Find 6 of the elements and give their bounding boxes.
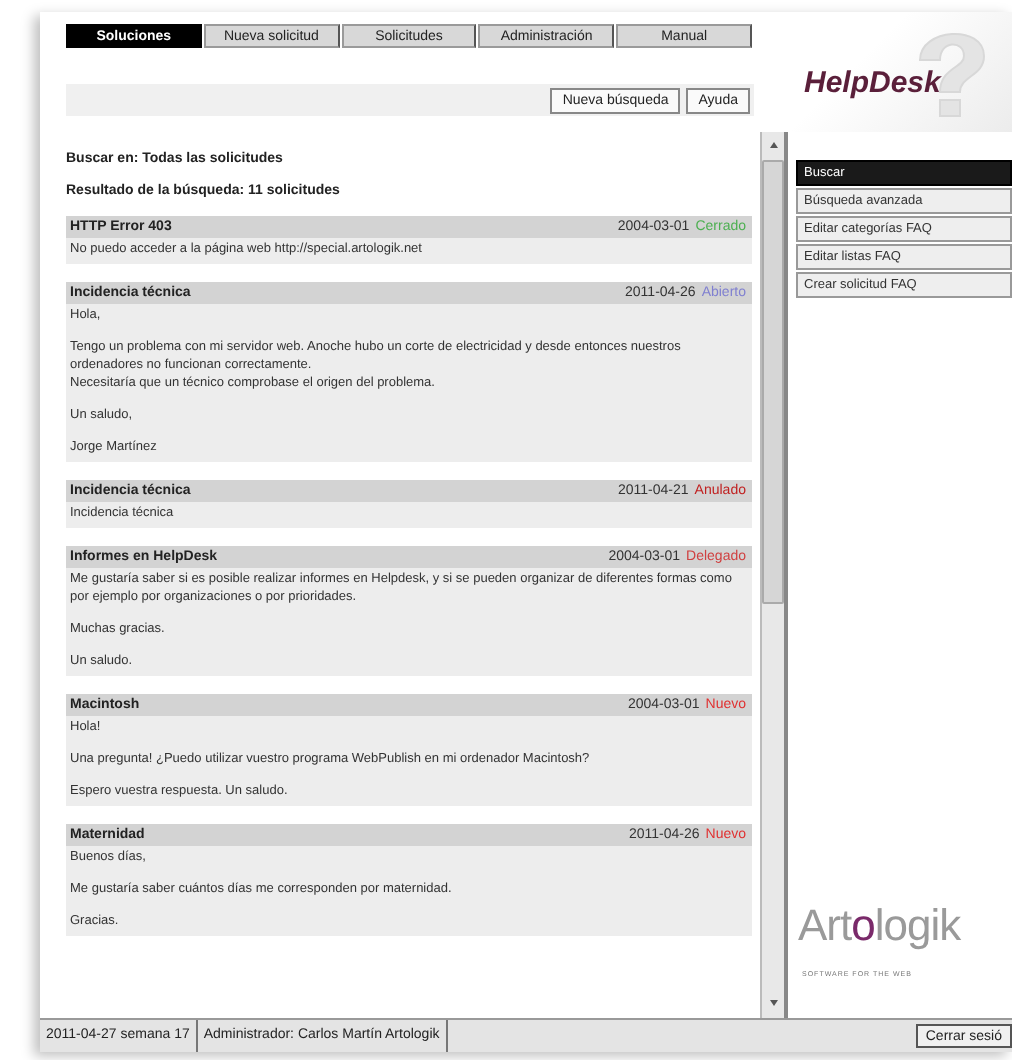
helpdesk-logo: HelpDesk (804, 66, 941, 100)
scroll-thumb[interactable] (762, 160, 784, 604)
artologik-logo: Artologik (798, 904, 961, 948)
scrollbar[interactable] (760, 132, 784, 1018)
scroll-down-icon[interactable] (769, 1000, 777, 1006)
scroll-up-icon[interactable] (769, 142, 777, 148)
